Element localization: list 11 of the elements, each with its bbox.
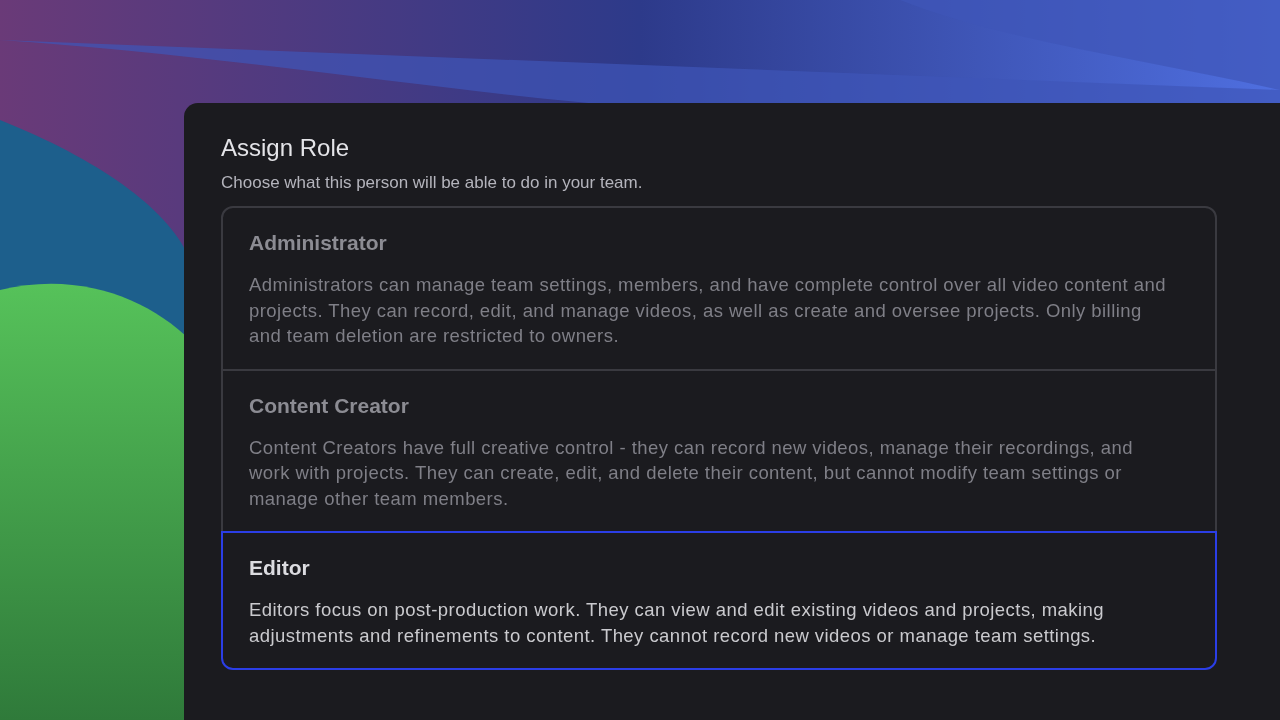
role-name: Administrator <box>249 230 388 256</box>
dialog-subtitle: Choose what this person will be able to do in your team. <box>221 172 644 194</box>
role-option[interactable]: Editor Editors focus on post-production work. They can view and edit existing videos and projects, making adjustments and refinements to content. They cannot record new videos or manage team settings. <box>221 531 1217 670</box>
role-option[interactable] <box>221 368 1217 533</box>
role-name: Editor <box>249 555 311 581</box>
role-description: Administrators can manage team settings, members, and have complete control over all video content and projects. They can record, edit, and manage videos, as well as create and oversee projects. Only billing and team deletion are restricted to owners. <box>249 273 1167 348</box>
role-description: Editors focus on post-production work. They can view and edit existing videos and projects, making adjustments and refinements to content. They cannot record new videos or manage team settings. <box>249 598 1106 648</box>
role-name: Content Creator <box>249 392 410 419</box>
role-description: Content Creators have full creative control - they can record new videos, manage their recordings, and work with projects. They can create, edit, and delete their content, but cannot modify team settings or manage other team members. <box>249 435 1134 511</box>
role-option[interactable] <box>221 206 1217 371</box>
dialog-title: Assign Role <box>221 133 351 163</box>
